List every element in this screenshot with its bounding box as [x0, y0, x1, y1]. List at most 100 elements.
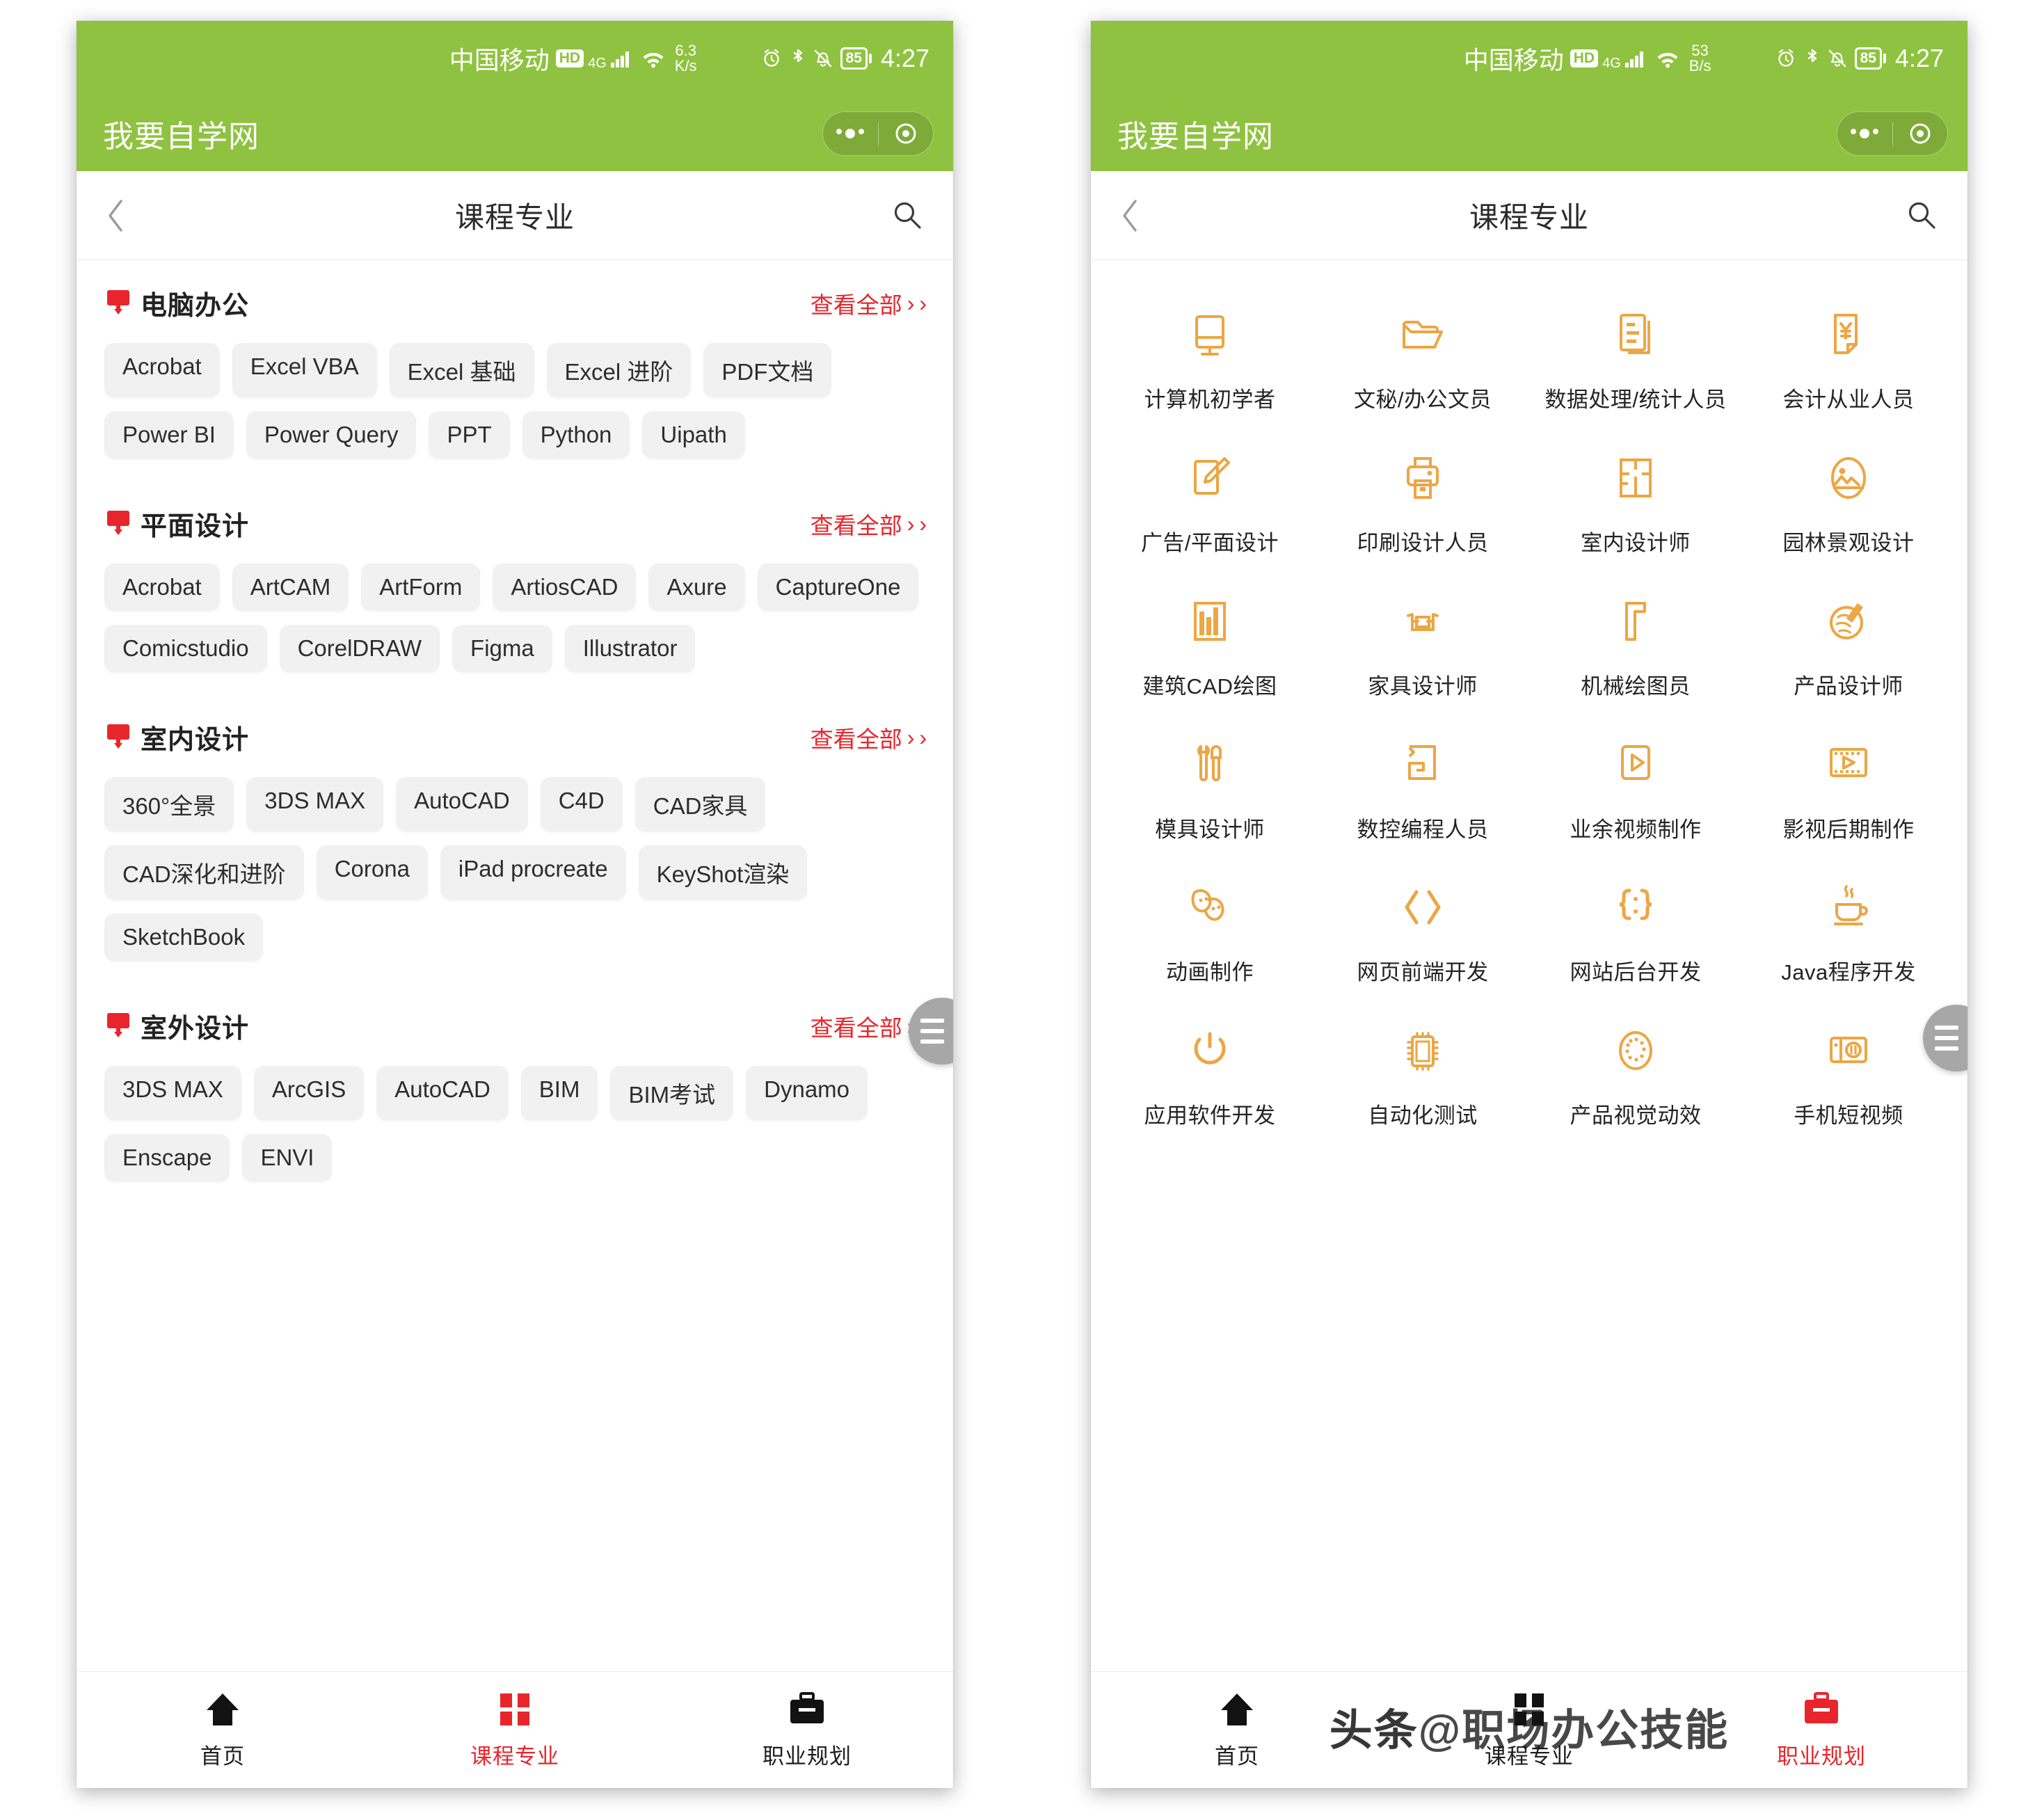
- alarm-icon: [760, 47, 783, 70]
- occupation-cell[interactable]: 影视后期制作: [1742, 715, 1955, 852]
- course-tag[interactable]: Comicstudio: [104, 625, 267, 672]
- course-tag[interactable]: AutoCAD: [376, 1066, 509, 1120]
- target-circle-icon[interactable]: [879, 121, 934, 146]
- course-tag[interactable]: CAD家具: [634, 777, 766, 831]
- occupation-cell[interactable]: 模具设计师: [1103, 715, 1316, 852]
- network-speed: 53 B/s: [1689, 43, 1711, 74]
- occupation-label: 广告/平面设计: [1140, 530, 1279, 555]
- occupation-label: 计算机初学者: [1144, 388, 1276, 412]
- target-circle-icon[interactable]: [1893, 121, 1948, 146]
- course-tag[interactable]: BIM: [520, 1066, 598, 1120]
- tab-courses[interactable]: 课程专业: [369, 1690, 661, 1770]
- course-tag[interactable]: Python: [522, 411, 630, 459]
- mute-icon: [1828, 47, 1847, 70]
- course-tag[interactable]: ArtiosCAD: [493, 564, 637, 611]
- course-tag[interactable]: BIM考试: [610, 1066, 734, 1120]
- occupation-cell[interactable]: 家具设计师: [1316, 572, 1529, 708]
- course-tag[interactable]: Acrobat: [104, 564, 220, 611]
- course-tag[interactable]: CorelDRAW: [279, 625, 440, 672]
- category-section: 平面设计 查看全部 › › Acrobat ArtCAM ArtForm ArtiosCAD A…: [77, 481, 953, 694]
- more-dots-icon[interactable]: [1837, 129, 1892, 138]
- occupation-cell[interactable]: 印刷设计人员: [1316, 429, 1529, 565]
- occupation-cell[interactable]: 广告/平面设计: [1103, 429, 1316, 565]
- tab-courses[interactable]: 课程专业: [1383, 1690, 1675, 1770]
- course-tag[interactable]: Figma: [452, 625, 552, 672]
- view-all-button[interactable]: 查看全部››: [811, 507, 927, 541]
- course-tag[interactable]: ArtCAM: [232, 564, 349, 611]
- course-tag[interactable]: SketchBook: [104, 914, 264, 961]
- section-header: 室内设计 查看全部 › ›: [96, 694, 934, 759]
- occupation-cell[interactable]: 建筑CAD绘图: [1103, 572, 1316, 708]
- occupation-cell[interactable]: 网站后台开发: [1529, 858, 1742, 994]
- tab-home[interactable]: 首页: [1091, 1690, 1383, 1770]
- course-tag[interactable]: ENVI: [242, 1134, 333, 1181]
- tab-career[interactable]: 职业规划: [1675, 1690, 1967, 1770]
- view-all-button[interactable]: 查看全部››: [811, 287, 927, 320]
- course-tag[interactable]: Excel 进阶: [546, 343, 692, 397]
- miniprogram-capsule[interactable]: [1837, 111, 1948, 156]
- floorplan-icon: [1610, 447, 1661, 511]
- occupation-cell[interactable]: 数控编程人员: [1316, 715, 1529, 852]
- occupation-cell[interactable]: 数据处理/统计人员: [1529, 285, 1742, 422]
- search-icon[interactable]: [1901, 199, 1938, 232]
- course-tag[interactable]: CAD深化和进阶: [104, 845, 304, 900]
- course-tag[interactable]: Power BI: [104, 411, 234, 459]
- course-tag[interactable]: PPT: [429, 411, 510, 459]
- occupation-cell[interactable]: 产品设计师: [1742, 572, 1955, 708]
- course-tag[interactable]: 3DS MAX: [246, 777, 384, 831]
- occupation-cell[interactable]: 会计从业人员: [1742, 285, 1955, 422]
- back-button[interactable]: [1120, 198, 1158, 233]
- occupation-cell[interactable]: Java程序开发: [1742, 858, 1955, 994]
- battery-icon: 85: [1854, 47, 1882, 70]
- course-tag[interactable]: Axure: [648, 564, 745, 611]
- course-tag[interactable]: Uipath: [642, 411, 745, 459]
- course-tag[interactable]: AutoCAD: [396, 777, 528, 831]
- course-tag[interactable]: Excel VBA: [232, 343, 377, 397]
- course-tag[interactable]: KeyShot渲染: [638, 845, 808, 900]
- course-tag[interactable]: Acrobat: [104, 343, 220, 397]
- course-tag[interactable]: ArtForm: [361, 564, 481, 611]
- course-tag[interactable]: Corona: [316, 845, 428, 900]
- occupation-cell[interactable]: 网页前端开发: [1316, 858, 1529, 994]
- occupation-cell[interactable]: 园林景观设计: [1742, 429, 1955, 565]
- back-button[interactable]: [106, 198, 143, 233]
- tab-courses-label: 课程专业: [1485, 1744, 1574, 1769]
- tab-courses-label: 课程专业: [470, 1744, 559, 1769]
- folder-icon: [1397, 303, 1448, 367]
- course-tag[interactable]: PDF文档: [703, 343, 832, 397]
- course-tag[interactable]: iPad procreate: [440, 845, 626, 900]
- occupation-scroll-area[interactable]: 计算机初学者 文秘/办公文员 数据处理/统计人员 会计从业人员广告/平面设计 印刷设计人…: [1091, 260, 1967, 1671]
- course-tag[interactable]: Power Query: [246, 411, 417, 459]
- course-tag[interactable]: Dynamo: [746, 1066, 868, 1120]
- occupation-cell[interactable]: 机械绘图员: [1529, 572, 1742, 708]
- battery-icon: 85: [840, 47, 868, 70]
- tab-career[interactable]: 职业规划: [661, 1690, 953, 1770]
- occupation-cell[interactable]: 计算机初学者: [1103, 285, 1316, 422]
- speed-unit: B/s: [1688, 57, 1711, 74]
- more-dots-icon[interactable]: [823, 129, 878, 138]
- search-icon[interactable]: [886, 199, 924, 232]
- course-tag[interactable]: Enscape: [104, 1134, 230, 1181]
- occupation-cell[interactable]: 室内设计师: [1529, 429, 1742, 565]
- course-tag[interactable]: C4D: [540, 777, 623, 831]
- course-tag[interactable]: ArcGIS: [253, 1066, 365, 1120]
- occupation-cell[interactable]: 自动化测试: [1316, 1001, 1529, 1138]
- course-tag[interactable]: 360°全景: [104, 777, 234, 831]
- occupation-cell[interactable]: 手机短视频: [1742, 1001, 1955, 1138]
- category-scroll-area[interactable]: 电脑办公 查看全部 › › Acrobat Excel VBA Excel 基础 Excel …: [77, 260, 953, 1671]
- occupation-cell[interactable]: 动画制作: [1103, 858, 1316, 994]
- occupation-cell[interactable]: 应用软件开发: [1103, 1001, 1316, 1138]
- miniprogram-capsule[interactable]: [822, 111, 934, 156]
- course-tag[interactable]: Illustrator: [564, 625, 696, 672]
- occupation-cell[interactable]: 文秘/办公文员: [1316, 285, 1529, 422]
- tab-home[interactable]: 首页: [77, 1690, 369, 1770]
- course-tag[interactable]: 3DS MAX: [104, 1066, 241, 1120]
- tag-list: Acrobat Excel VBA Excel 基础 Excel 进阶 PDF文档 Pow…: [96, 325, 934, 481]
- occupation-cell[interactable]: 产品视觉动效: [1529, 1001, 1742, 1138]
- occupation-label: 会计从业人员: [1782, 388, 1915, 412]
- course-tag[interactable]: Excel 基础: [389, 343, 534, 397]
- view-all-button[interactable]: 查看全部››: [811, 721, 927, 754]
- wrench-screwdriver-icon: [1184, 733, 1236, 797]
- occupation-cell[interactable]: 业余视频制作: [1529, 715, 1742, 852]
- course-tag[interactable]: CaptureOne: [757, 564, 919, 611]
